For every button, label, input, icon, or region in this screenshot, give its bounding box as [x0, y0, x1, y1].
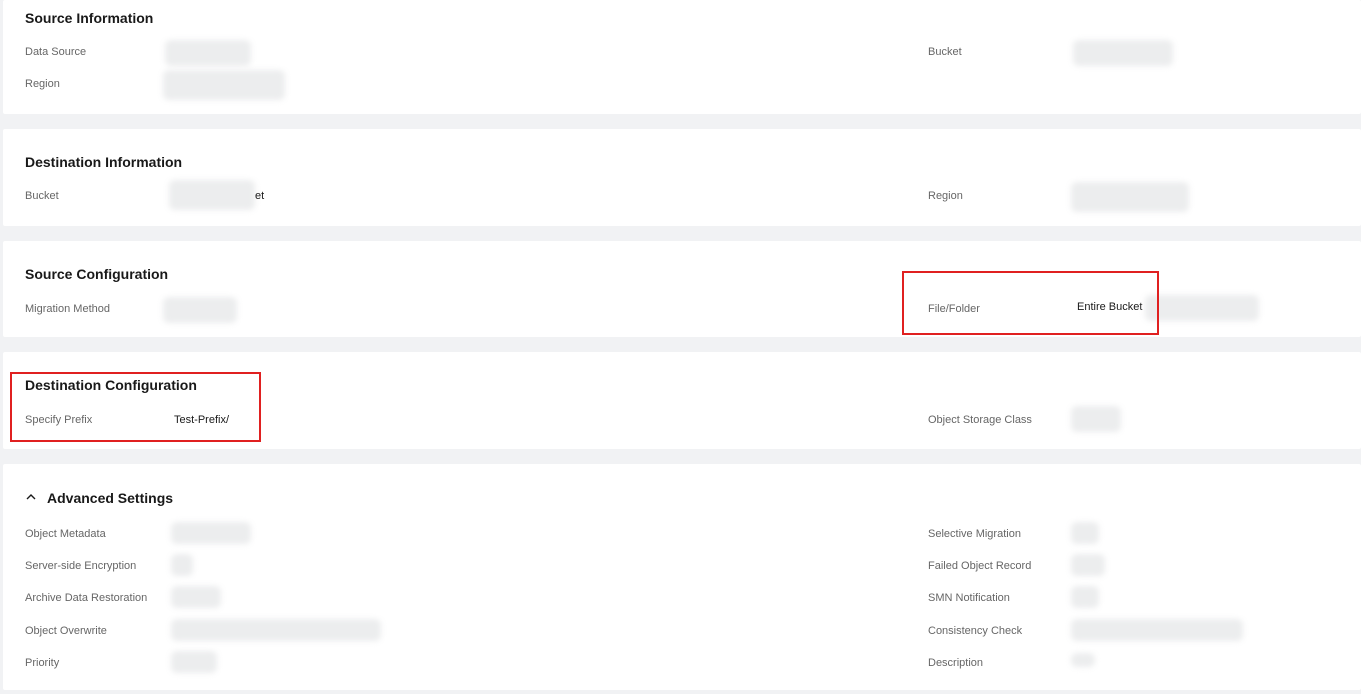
advanced-settings-card: Advanced Settings Object Metadata Server… [3, 464, 1361, 690]
destination-information-title: Destination Information [25, 154, 183, 170]
destination-region-value-redacted [1071, 182, 1189, 212]
migration-method-value-redacted [163, 297, 237, 323]
destination-bucket-value-suffix: et [255, 190, 265, 202]
object-overwrite-label: Object Overwrite [25, 625, 107, 637]
advanced-settings-title[interactable]: Advanced Settings [47, 490, 173, 506]
archive-data-restoration-label: Archive Data Restoration [25, 592, 148, 604]
region-value-redacted [163, 70, 285, 100]
consistency-check-value-redacted [1071, 619, 1243, 641]
description-value-redacted [1071, 653, 1095, 667]
object-storage-class-value-redacted [1071, 406, 1121, 432]
destination-bucket-value-redacted [169, 180, 255, 210]
server-side-encryption-value-redacted [171, 554, 193, 576]
failed-object-record-label: Failed Object Record [928, 560, 1032, 572]
archive-data-restoration-value-redacted [171, 586, 221, 608]
destination-bucket-label: Bucket [25, 190, 59, 202]
object-metadata-value-redacted [171, 522, 251, 544]
data-source-value-redacted [165, 40, 251, 66]
destination-region-label: Region [928, 190, 963, 202]
source-information-card: Source Information Data Source Region Bu… [3, 0, 1361, 114]
description-label: Description [928, 657, 984, 669]
file-folder-extra-redacted [1145, 295, 1259, 321]
object-metadata-label: Object Metadata [25, 528, 106, 540]
source-configuration-title: Source Configuration [25, 266, 169, 282]
chevron-up-icon[interactable] [25, 491, 37, 503]
object-overwrite-value-redacted [171, 619, 381, 641]
priority-label: Priority [25, 657, 60, 669]
data-source-label: Data Source [25, 46, 87, 58]
bucket-value-redacted [1073, 40, 1173, 66]
smn-notification-value-redacted [1071, 586, 1099, 608]
smn-notification-label: SMN Notification [928, 592, 1010, 604]
destination-information-card: Destination Information Bucket et Region [3, 129, 1361, 226]
file-folder-highlight-box [902, 271, 1159, 335]
migration-method-label: Migration Method [25, 303, 110, 315]
priority-value-redacted [171, 651, 217, 673]
region-label: Region [25, 78, 60, 90]
destination-configuration-highlight-box [10, 372, 261, 442]
bucket-label: Bucket [928, 46, 962, 58]
failed-object-record-value-redacted [1071, 554, 1105, 576]
selective-migration-label: Selective Migration [928, 528, 1021, 540]
source-information-title: Source Information [25, 10, 154, 26]
selective-migration-value-redacted [1071, 522, 1099, 544]
server-side-encryption-label: Server-side Encryption [25, 560, 137, 572]
consistency-check-label: Consistency Check [928, 625, 1023, 637]
object-storage-class-label: Object Storage Class [928, 414, 1032, 426]
